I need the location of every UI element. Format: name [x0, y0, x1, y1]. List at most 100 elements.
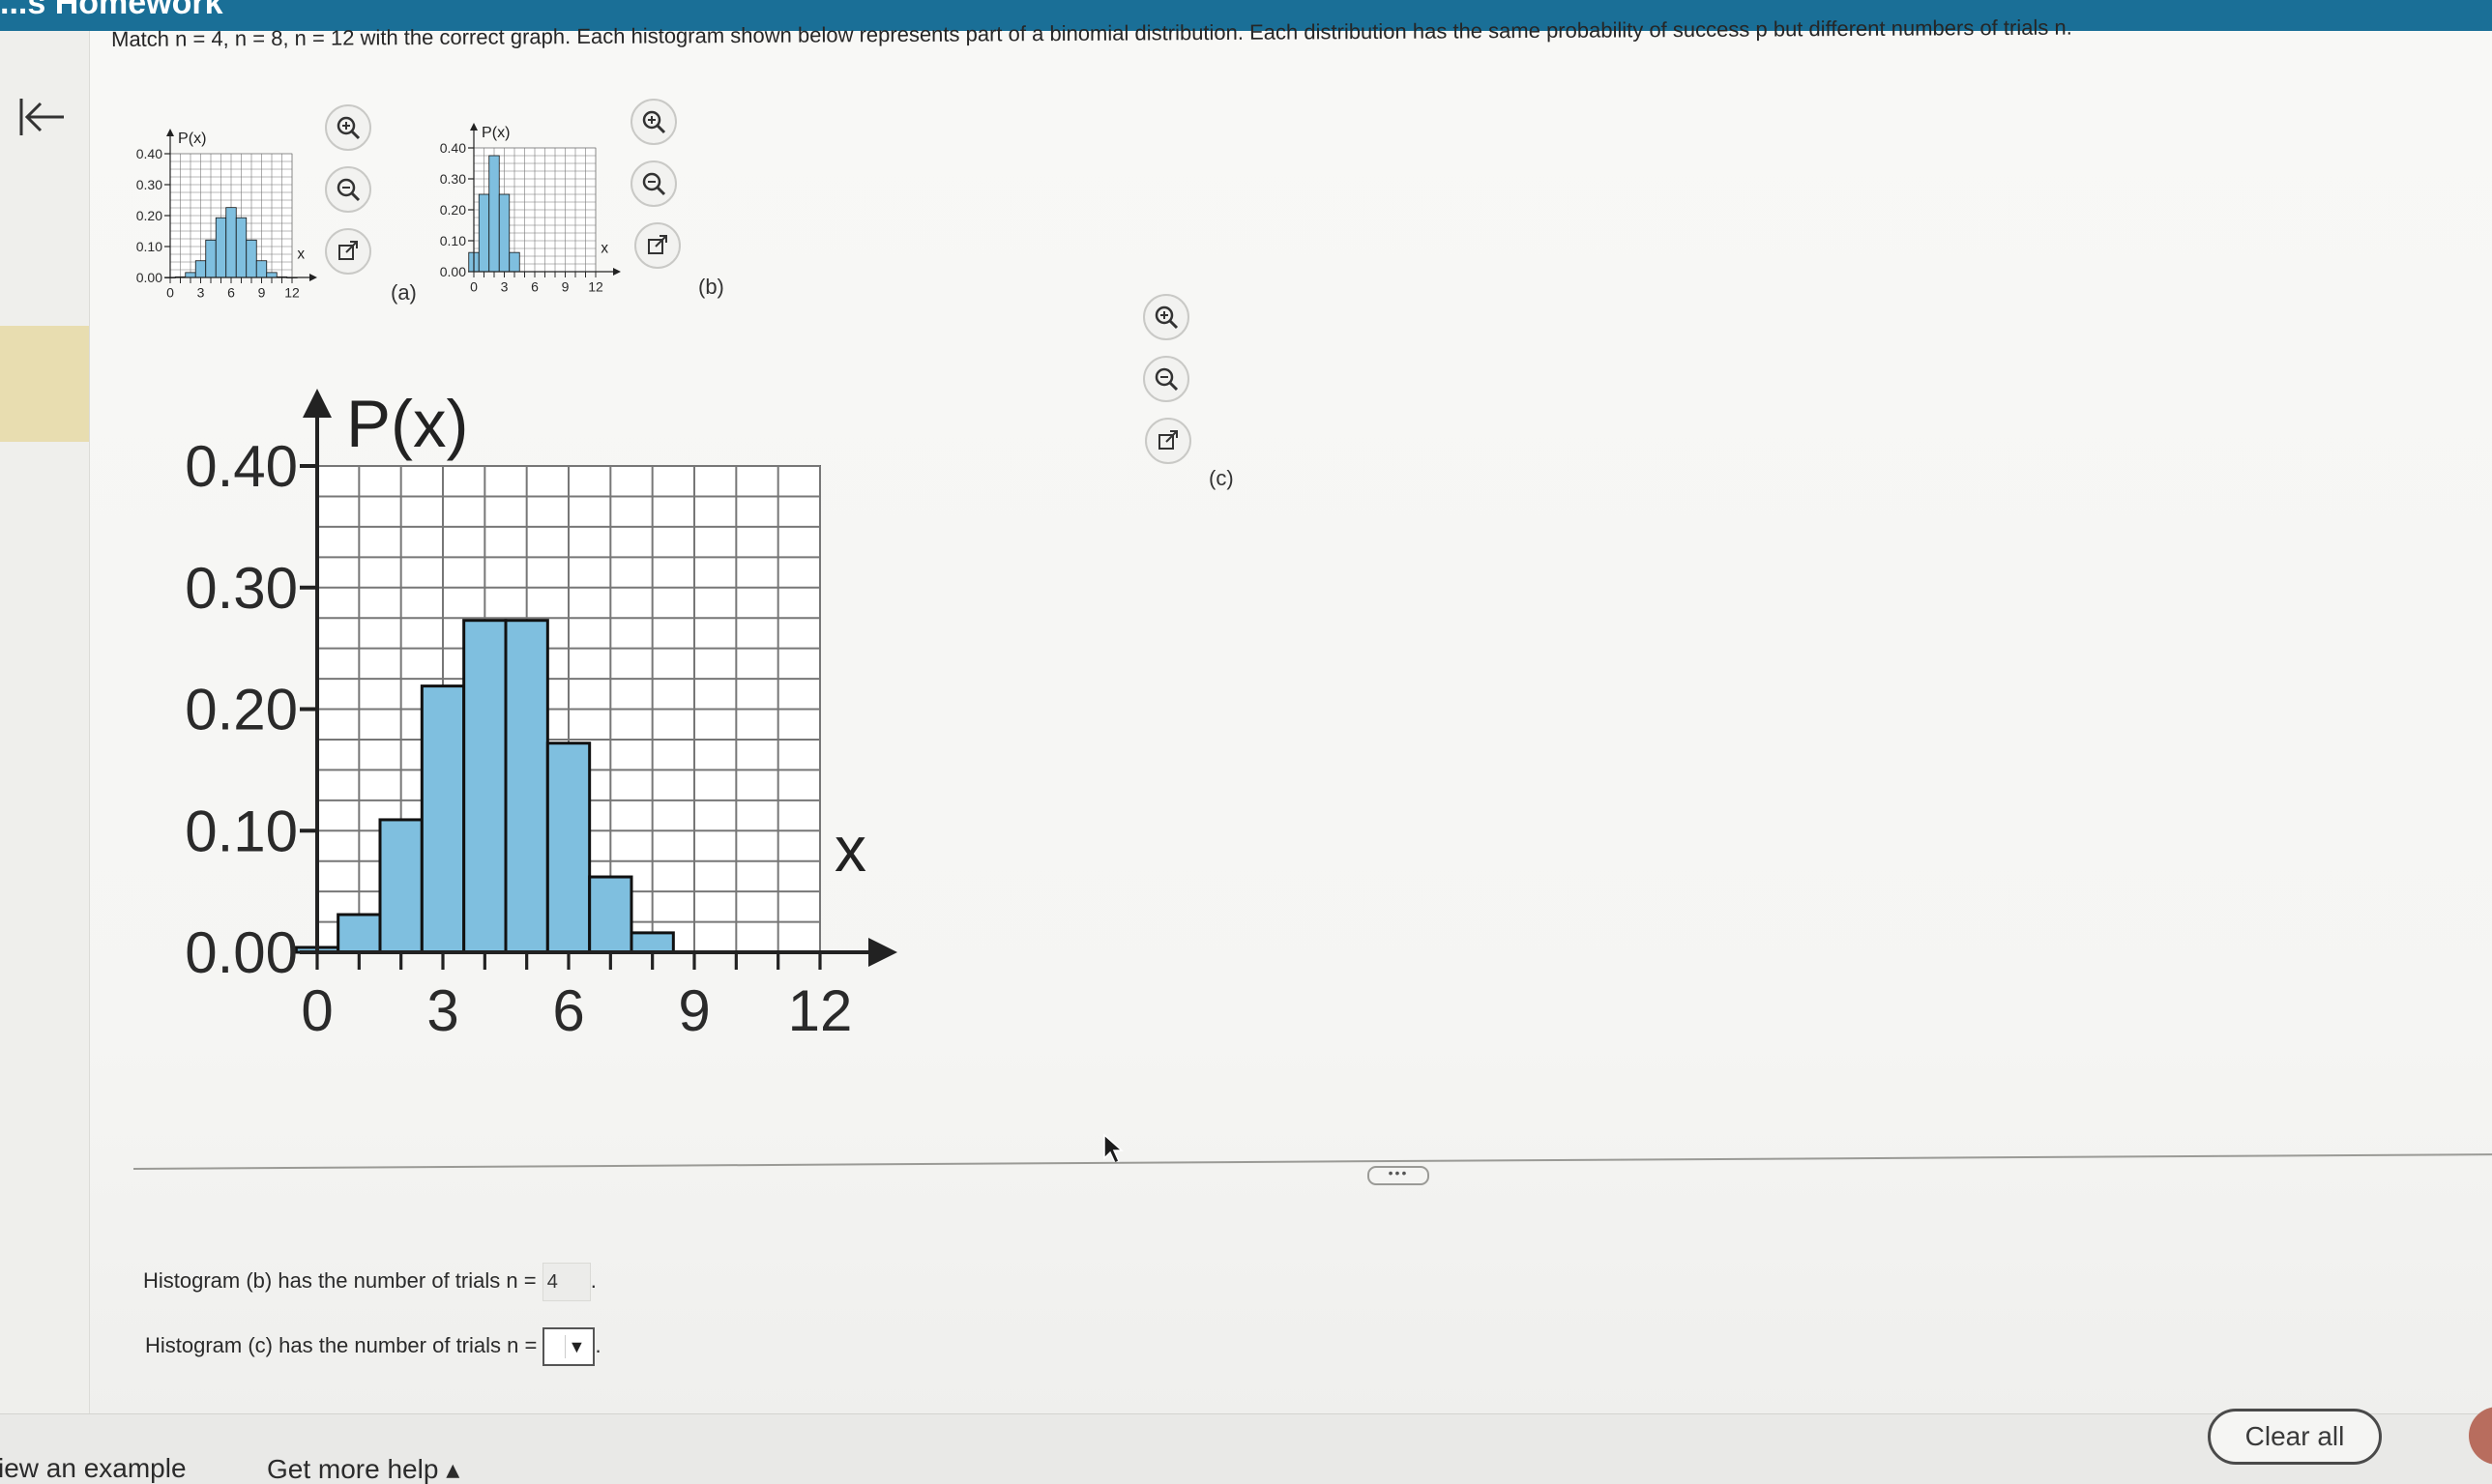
- y-axis-arrow: [470, 123, 478, 131]
- zoom-out-icon: [642, 172, 666, 196]
- answer-b-prompt: Histogram (b) has the number of trials n…: [143, 1267, 537, 1293]
- histogram-bar: [509, 251, 520, 273]
- y-tick-label: 0.00: [185, 920, 298, 985]
- y-axis-label: P(x): [178, 130, 207, 147]
- answer-c-suffix: .: [595, 1332, 601, 1357]
- x-tick-label: 0: [301, 978, 333, 1043]
- histogram-c[interactable]: 0.00 0.10 0.20 0.30 0.40 0 3 6 9 12 P(x) x: [114, 348, 965, 1083]
- x-tick-label: 6: [552, 978, 584, 1043]
- popout-icon: [1158, 430, 1178, 450]
- zoom-out-icon: [1155, 367, 1179, 392]
- graph-label-c: (c): [1209, 466, 1234, 490]
- y-axis-label: P(x): [346, 387, 468, 461]
- y-axis-arrow: [303, 389, 332, 418]
- x-tick-label: 0: [470, 279, 478, 295]
- app-window: ...s Homework Match n = 4, n = 8, n = 12…: [0, 0, 2492, 1484]
- y-tick-label: 0.20: [440, 202, 466, 218]
- histogram-a-plot: 0.00 0.10 0.20 0.30 0.40 0 3 6 9 12 P(x) x: [136, 129, 317, 301]
- histogram-bar: [478, 193, 490, 273]
- zoom-in-icon: [337, 116, 361, 140]
- histogram-bar: [215, 217, 227, 278]
- zoom-out-button-b[interactable]: [630, 160, 677, 207]
- x-axis-label: x: [297, 246, 305, 262]
- x-tick-label: 0: [166, 285, 174, 301]
- y-axis-arrow: [166, 129, 174, 136]
- x-tick-label: 12: [788, 978, 853, 1043]
- y-tick-label: 0.40: [136, 146, 162, 161]
- histogram-bar: [337, 913, 382, 954]
- histogram-bar: [235, 217, 248, 278]
- zoom-in-button-a[interactable]: [325, 104, 371, 151]
- histogram-group-b: 0.00 0.10 0.20 0.30 0.40 0 3 6 9 12 P(x) x: [440, 123, 621, 295]
- answer-c-dropdown[interactable]: ▼: [542, 1327, 596, 1366]
- y-axis-label: P(x): [482, 124, 511, 141]
- left-rail: [0, 31, 90, 1413]
- graph-label-a: (a): [391, 280, 417, 305]
- answer-line-c: Histogram (c) has the number of trials n…: [145, 1327, 601, 1366]
- answer-c-prompt: Histogram (c) has the number of trials n…: [145, 1332, 538, 1357]
- x-axis-label: x: [601, 240, 608, 256]
- histogram-bar: [378, 818, 424, 954]
- zoom-out-icon: [337, 178, 361, 202]
- x-tick-label: 6: [531, 279, 539, 295]
- x-tick-label: 6: [227, 285, 235, 301]
- histogram-bar: [225, 207, 237, 278]
- zoom-out-button-c[interactable]: [1143, 356, 1189, 402]
- popout-button-b[interactable]: [634, 222, 681, 269]
- x-tick-label: 3: [197, 285, 205, 301]
- chevron-down-icon: ▼: [565, 1335, 588, 1358]
- expand-handle[interactable]: •••: [1367, 1166, 1429, 1185]
- back-arrow-icon[interactable]: [15, 93, 70, 141]
- histogram-group-a: 0.00 0.10 0.20 0.30 0.40 0 3 6 9 12 P(x) x: [136, 129, 317, 301]
- y-tick-label: 0.00: [136, 270, 162, 285]
- popout-button-a[interactable]: [325, 228, 371, 275]
- histogram-bar: [255, 260, 268, 278]
- x-tick-label: 3: [501, 279, 509, 295]
- histogram-b[interactable]: 0.00 0.10 0.20 0.30 0.40 0 3 6 9 12 P(x) x: [418, 102, 630, 301]
- answer-b-input[interactable]: 4: [542, 1263, 591, 1301]
- histogram-c-plot: 0.00 0.10 0.20 0.30 0.40 0 3 6 9 12 P(x) x: [185, 387, 897, 1043]
- clear-all-button[interactable]: Clear all: [2208, 1409, 2382, 1465]
- histogram-bar: [488, 155, 500, 273]
- popout-icon: [648, 235, 667, 254]
- x-tick-label: 12: [284, 285, 300, 301]
- histogram-bar: [545, 742, 592, 954]
- histogram-bar: [205, 239, 217, 278]
- zoom-in-icon: [1155, 306, 1179, 330]
- assignment-title: ...s Homework: [0, 0, 223, 21]
- y-tick-label: 0.30: [185, 556, 298, 621]
- popout-icon: [338, 241, 358, 260]
- graph-label-b: (b): [698, 275, 724, 299]
- histogram-bar: [194, 260, 207, 278]
- y-tick-label: 0.30: [440, 171, 466, 187]
- section-divider: [133, 1153, 2492, 1170]
- rail-current-item[interactable]: [0, 326, 89, 442]
- histogram-bar: [498, 193, 511, 273]
- zoom-out-button-a[interactable]: [325, 166, 371, 213]
- x-tick-label: 12: [588, 279, 603, 295]
- popout-button-c[interactable]: [1145, 418, 1191, 464]
- histogram-group-c: 0.00 0.10 0.20 0.30 0.40 0 3 6 9 12 P(x) x: [185, 387, 897, 1043]
- x-axis-arrow: [309, 274, 317, 281]
- zoom-in-icon: [642, 110, 666, 134]
- zoom-in-button-b[interactable]: [630, 99, 677, 145]
- x-tick-label: 3: [426, 978, 458, 1043]
- footer-bar: iew an example Get more help ▴: [0, 1413, 2492, 1484]
- histogram-bar: [266, 272, 278, 278]
- y-tick-label: 0.10: [136, 239, 162, 254]
- histogram-bar: [588, 875, 633, 954]
- histogram-b-plot: 0.00 0.10 0.20 0.30 0.40 0 3 6 9 12 P(x) x: [440, 123, 621, 295]
- y-tick-label: 0.10: [185, 799, 298, 863]
- histogram-bar: [246, 239, 257, 278]
- x-tick-label: 9: [562, 279, 570, 295]
- y-tick-label: 0.30: [136, 177, 162, 192]
- answer-b-suffix: .: [590, 1267, 597, 1293]
- x-tick-label: 9: [258, 285, 266, 301]
- view-example-link[interactable]: iew an example: [0, 1453, 187, 1484]
- y-tick-label: 0.20: [136, 208, 162, 223]
- get-more-help-link[interactable]: Get more help ▴: [267, 1453, 459, 1484]
- histogram-a[interactable]: 0.00 0.10 0.20 0.30 0.40 0 3 6 9 12 P(x) x: [114, 108, 327, 306]
- y-tick-label: 0.10: [440, 233, 466, 248]
- zoom-in-button-c[interactable]: [1143, 294, 1189, 340]
- y-tick-label: 0.40: [185, 434, 298, 499]
